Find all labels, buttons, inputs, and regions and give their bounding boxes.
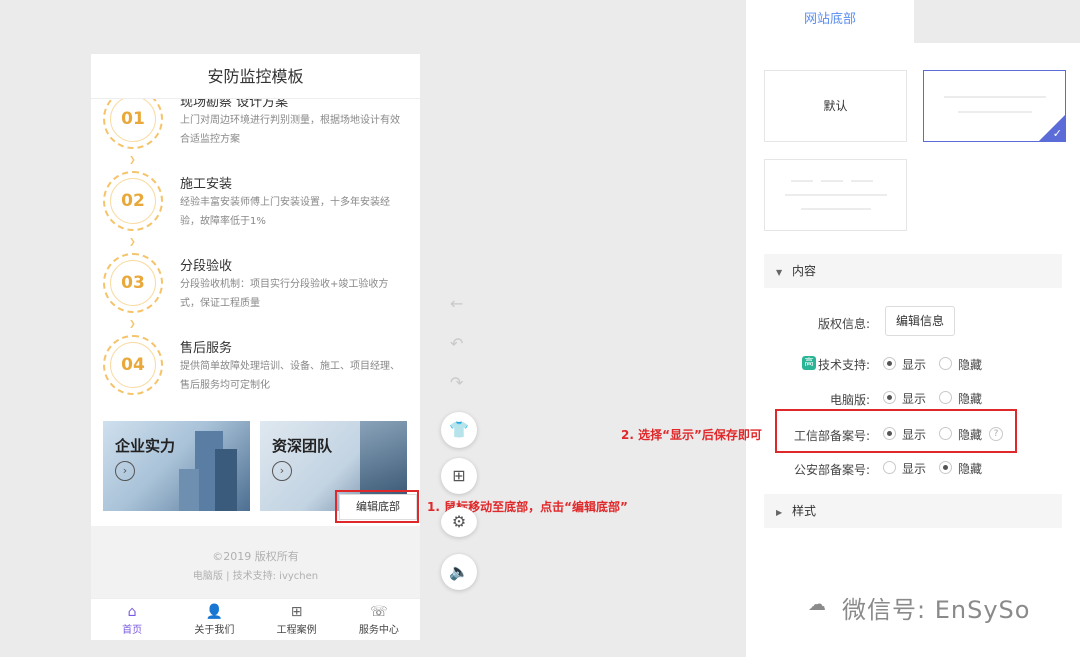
radio-label: 隐藏 xyxy=(958,358,983,372)
step-desc: 提供简单故障处理培训、设备、施工、项目经理、售后服务均可定制化 xyxy=(180,361,400,391)
audio-button[interactable]: 🔈 xyxy=(441,554,477,590)
undo-icon[interactable]: ↶ xyxy=(450,334,463,353)
edit-info-button[interactable]: 编辑信息 xyxy=(885,306,955,336)
step-item: 02 施工安装 经验丰富安装师傅上门安装设置，十多年安装经验，故障率低于1% xyxy=(91,171,420,251)
tab-home[interactable]: ⌂ 首页 xyxy=(91,599,173,640)
step-desc: 分段验收机制：项目实行分段验收+竣工验收方式，保证工程质量 xyxy=(180,279,389,309)
tab-cases[interactable]: ⊞ 工程案例 xyxy=(256,599,338,640)
layout-preview-line xyxy=(791,180,813,182)
tab-label: 关于我们 xyxy=(194,625,235,636)
layout-preview-line xyxy=(851,180,873,182)
step-title: 售后服务 xyxy=(180,341,233,356)
speaker-icon: 🔈 xyxy=(449,562,469,581)
shirt-icon: 👕 xyxy=(449,420,469,439)
footer-links: 电脑版 | 技术支持: ivychen xyxy=(192,571,319,582)
step-number: 04 xyxy=(121,355,145,375)
layout-preview-line xyxy=(821,180,843,182)
phone-icon: ☏ xyxy=(370,604,388,620)
step-item: 04 售后服务 提供简单故障处理培训、设备、施工、项目经理、售后服务均可定制化 xyxy=(91,335,420,415)
caret-down-icon: ▼ xyxy=(776,268,783,277)
caret-right-icon: ▶ xyxy=(776,508,783,517)
radio-label: 显示 xyxy=(902,358,927,372)
tab-service[interactable]: ☏ 服务中心 xyxy=(338,599,420,640)
police-record-hide-radio[interactable] xyxy=(939,461,952,474)
chevron-down-icon: ❯ xyxy=(129,319,136,328)
tech-support-hide-radio[interactable] xyxy=(939,357,952,370)
tab-label: 服务中心 xyxy=(358,625,399,636)
pc-version-hide-radio[interactable] xyxy=(939,391,952,404)
pc-version-show-radio[interactable] xyxy=(883,391,896,404)
tech-support-label: 技术支持: xyxy=(817,358,870,372)
check-icon: ✓ xyxy=(1052,127,1062,140)
chevron-right-icon[interactable]: › xyxy=(272,461,292,481)
layout-preview-line xyxy=(944,96,1046,98)
radio-label: 隐藏 xyxy=(958,392,983,406)
page-title: 安防监控模板 xyxy=(91,54,420,99)
redo-icon[interactable]: ↷ xyxy=(450,373,463,392)
building-shape xyxy=(179,469,199,511)
tab-about[interactable]: 👤 关于我们 xyxy=(173,599,255,640)
phone-preview: 安防监控模板 01 现场勘察 设计方案 上门对周边环境进行判别测量，根据场地设计… xyxy=(91,54,420,640)
section-title: 内容 xyxy=(792,264,817,278)
annotation-step-2: 2. 选择“显示”后保存即可 xyxy=(621,428,762,442)
chevron-down-icon: ❯ xyxy=(129,237,136,246)
tab-site-footer[interactable]: 网站底部 xyxy=(746,0,914,43)
radio-label: 显示 xyxy=(902,462,927,476)
site-footer[interactable]: ©2019 版权所有 电脑版 | 技术支持: ivychen xyxy=(91,526,420,598)
bottom-tabbar: ⌂ 首页 👤 关于我们 ⊞ 工程案例 ☏ 服务中心 xyxy=(91,598,420,640)
step-number: 01 xyxy=(121,109,145,129)
tech-support-show-radio[interactable] xyxy=(883,357,896,370)
wechat-watermark: 微信号: EnSySo xyxy=(842,596,1031,624)
step-title: 分段验收 xyxy=(180,259,233,274)
step-desc: 经验丰富安装师傅上门安装设置，十多年安装经验，故障率低于1% xyxy=(180,197,390,227)
user-icon: 👤 xyxy=(205,604,224,620)
tab-label: 工程案例 xyxy=(276,625,317,636)
tab-label: 首页 xyxy=(122,625,143,636)
copyright-label: 版权信息: xyxy=(817,317,870,331)
section-content-toggle[interactable]: ▼ 内容 xyxy=(764,254,1062,288)
section-title: 样式 xyxy=(792,504,817,518)
settings-button[interactable]: ⚙ xyxy=(441,507,477,537)
gear-icon: ⚙ xyxy=(451,512,467,531)
modules-button[interactable]: ⊞ xyxy=(441,458,477,494)
layout-preview-line xyxy=(801,208,871,210)
layout-option-default[interactable]: 默认 xyxy=(764,70,907,142)
chevron-right-icon[interactable]: › xyxy=(115,461,135,481)
footer-copyright: ©2019 版权所有 xyxy=(212,550,299,563)
police-record-show-radio[interactable] xyxy=(883,461,896,474)
grid-icon: ⊞ xyxy=(452,466,466,485)
theme-shirt-button[interactable]: 👕 xyxy=(441,412,477,448)
step-item: 03 分段验收 分段验收机制：项目实行分段验收+竣工验收方式，保证工程质量 xyxy=(91,253,420,333)
step-title: 施工安装 xyxy=(180,177,233,192)
step-desc: 上门对周边环境进行判别测量，根据场地设计有效合适监控方案 xyxy=(180,115,400,145)
pc-version-label: 电脑版: xyxy=(829,393,870,407)
wechat-icon: ☁ xyxy=(808,594,826,615)
section-style-toggle[interactable]: ▶ 样式 xyxy=(764,494,1062,528)
banner-title: 企业实力 xyxy=(115,437,176,455)
home-icon: ⌂ xyxy=(127,604,137,620)
layout-preview-line xyxy=(785,194,887,196)
layout-preview-line xyxy=(958,111,1032,113)
step-number: 03 xyxy=(121,273,145,293)
step-item: 01 现场勘察 设计方案 上门对周边环境进行判别测量，根据场地设计有效合适监控方… xyxy=(91,99,420,169)
layout-option-3[interactable] xyxy=(764,159,907,231)
building-shape xyxy=(215,449,237,511)
grid-icon: ⊞ xyxy=(290,604,303,620)
chevron-down-icon: ❯ xyxy=(129,155,136,164)
back-arrow-icon[interactable]: ← xyxy=(450,294,463,313)
banner-company-strength[interactable]: 企业实力 › xyxy=(103,421,250,511)
radio-label: 显示 xyxy=(902,392,927,406)
panel-tabbar: 网站底部 xyxy=(746,0,1080,43)
layout-option-label: 默认 xyxy=(823,99,848,113)
layout-option-2[interactable]: ✓ xyxy=(923,70,1066,142)
banner-title: 资深团队 xyxy=(272,437,333,455)
radio-label: 隐藏 xyxy=(958,462,983,476)
highlight-box-edit-footer xyxy=(335,490,419,523)
police-record-label: 公安部备案号: xyxy=(793,463,870,477)
highlight-box-miit xyxy=(775,409,1017,453)
step-title: 现场勘察 设计方案 xyxy=(180,99,289,110)
step-number: 02 xyxy=(121,191,145,211)
service-steps: 01 现场勘察 设计方案 上门对周边环境进行判别测量，根据场地设计有效合适监控方… xyxy=(91,99,420,417)
